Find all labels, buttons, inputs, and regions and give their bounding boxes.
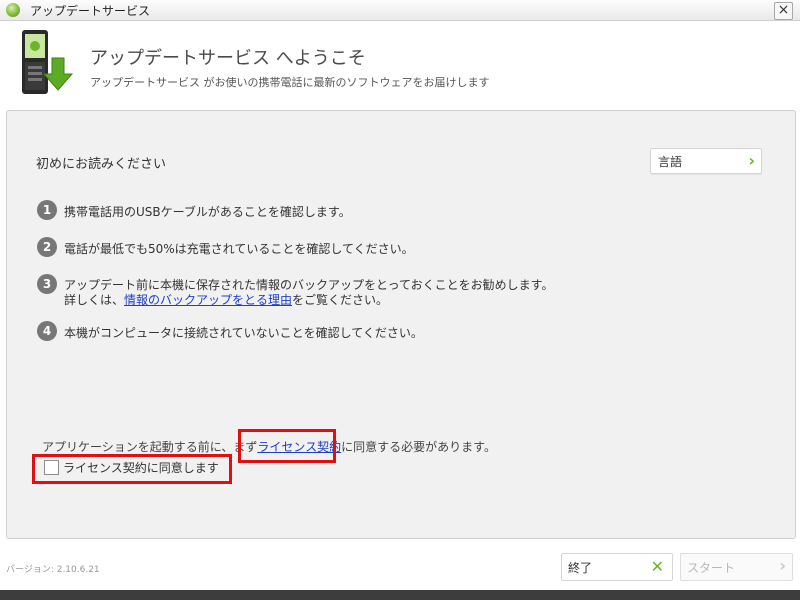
- step-text-4: 本機がコンピュータに接続されていないことを確認してください。: [64, 326, 423, 340]
- step-text-3-line2: 詳しくは、情報のバックアップをとる理由をご覧ください。: [64, 291, 388, 308]
- step-number-1: 1: [37, 200, 57, 220]
- exit-button-label: 終了: [568, 561, 593, 575]
- license-notice-prefix: アプリケーションを起動する前に、まず: [42, 440, 258, 454]
- step-text-3-suffix: をご覧ください。: [292, 293, 389, 307]
- step-text-2: 電話が最低でも50%は充電されていることを確認してください。: [64, 242, 414, 256]
- chevron-right-icon: ›: [748, 151, 755, 170]
- backup-reason-link[interactable]: 情報のバックアップをとる理由: [124, 293, 292, 307]
- language-button-label: 言語: [658, 155, 683, 169]
- close-x-icon: ✕: [650, 557, 664, 576]
- highlight-box-license-link: [238, 429, 336, 463]
- version-label: バージョン: 2.10.6.21: [6, 565, 100, 575]
- close-button[interactable]: ×: [774, 2, 793, 20]
- page-subtitle: アップデートサービス がお使いの携帯電話に最新のソフトウェアをお届けします: [90, 76, 490, 89]
- window-title: アップデートサービス: [30, 4, 151, 18]
- license-notice-suffix: に同意する必要があります。: [341, 440, 496, 454]
- start-button[interactable]: スタート ›: [680, 553, 793, 581]
- highlight-box-agree-checkbox: [32, 454, 232, 484]
- step-number-2: 2: [37, 237, 57, 257]
- step-number-3: 3: [37, 274, 57, 294]
- step-text-1: 携帯電話用のUSBケーブルがあることを確認します。: [64, 205, 351, 219]
- page-title: アップデートサービス へようこそ: [90, 48, 366, 69]
- app-logo-icon: [6, 3, 20, 17]
- step-number-4: 4: [37, 321, 57, 341]
- taskbar-strip: [0, 590, 800, 600]
- section-title: 初めにお読みください: [36, 157, 167, 172]
- step-text-3-prefix: 詳しくは、: [64, 293, 125, 307]
- chevron-right-icon: ›: [779, 556, 786, 575]
- phone-download-icon: [22, 30, 74, 94]
- start-button-label: スタート: [687, 561, 736, 575]
- language-button[interactable]: 言語 ›: [650, 148, 762, 174]
- exit-button[interactable]: 終了 ✕: [561, 553, 673, 581]
